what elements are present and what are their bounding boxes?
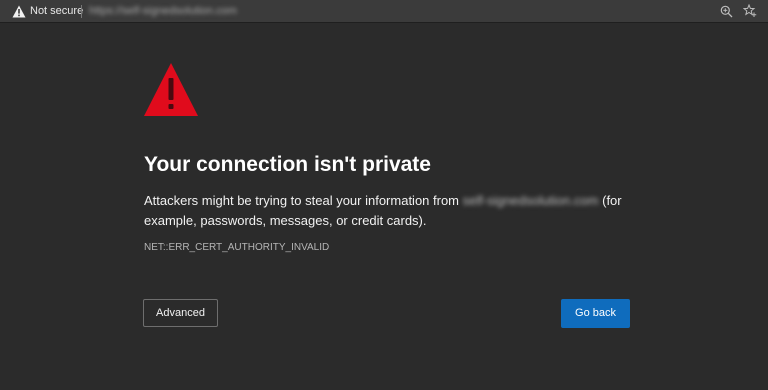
address-bar-divider	[81, 5, 82, 18]
page-title: Your connection isn't private	[144, 153, 431, 176]
error-code: NET::ERR_CERT_AUTHORITY_INVALID	[144, 242, 330, 253]
not-secure-label[interactable]: Not secure	[30, 4, 83, 19]
zoom-icon[interactable]	[720, 5, 733, 18]
url-text[interactable]: https://self-signedsolution.com	[89, 4, 237, 19]
red-warning-triangle-icon	[144, 63, 198, 116]
add-favorite-icon[interactable]	[743, 4, 757, 18]
address-bar[interactable]: Not secure https://self-signedsolution.c…	[0, 0, 768, 23]
blurred-hostname: self-signedsolution.com	[462, 193, 599, 208]
advanced-button[interactable]: Advanced	[143, 299, 218, 327]
go-back-button[interactable]: Go back	[561, 299, 630, 328]
warning-triangle-icon[interactable]	[12, 5, 26, 18]
description-text-before: Attackers might be trying to steal your …	[144, 193, 463, 208]
error-description: Attackers might be trying to steal your …	[144, 191, 634, 231]
